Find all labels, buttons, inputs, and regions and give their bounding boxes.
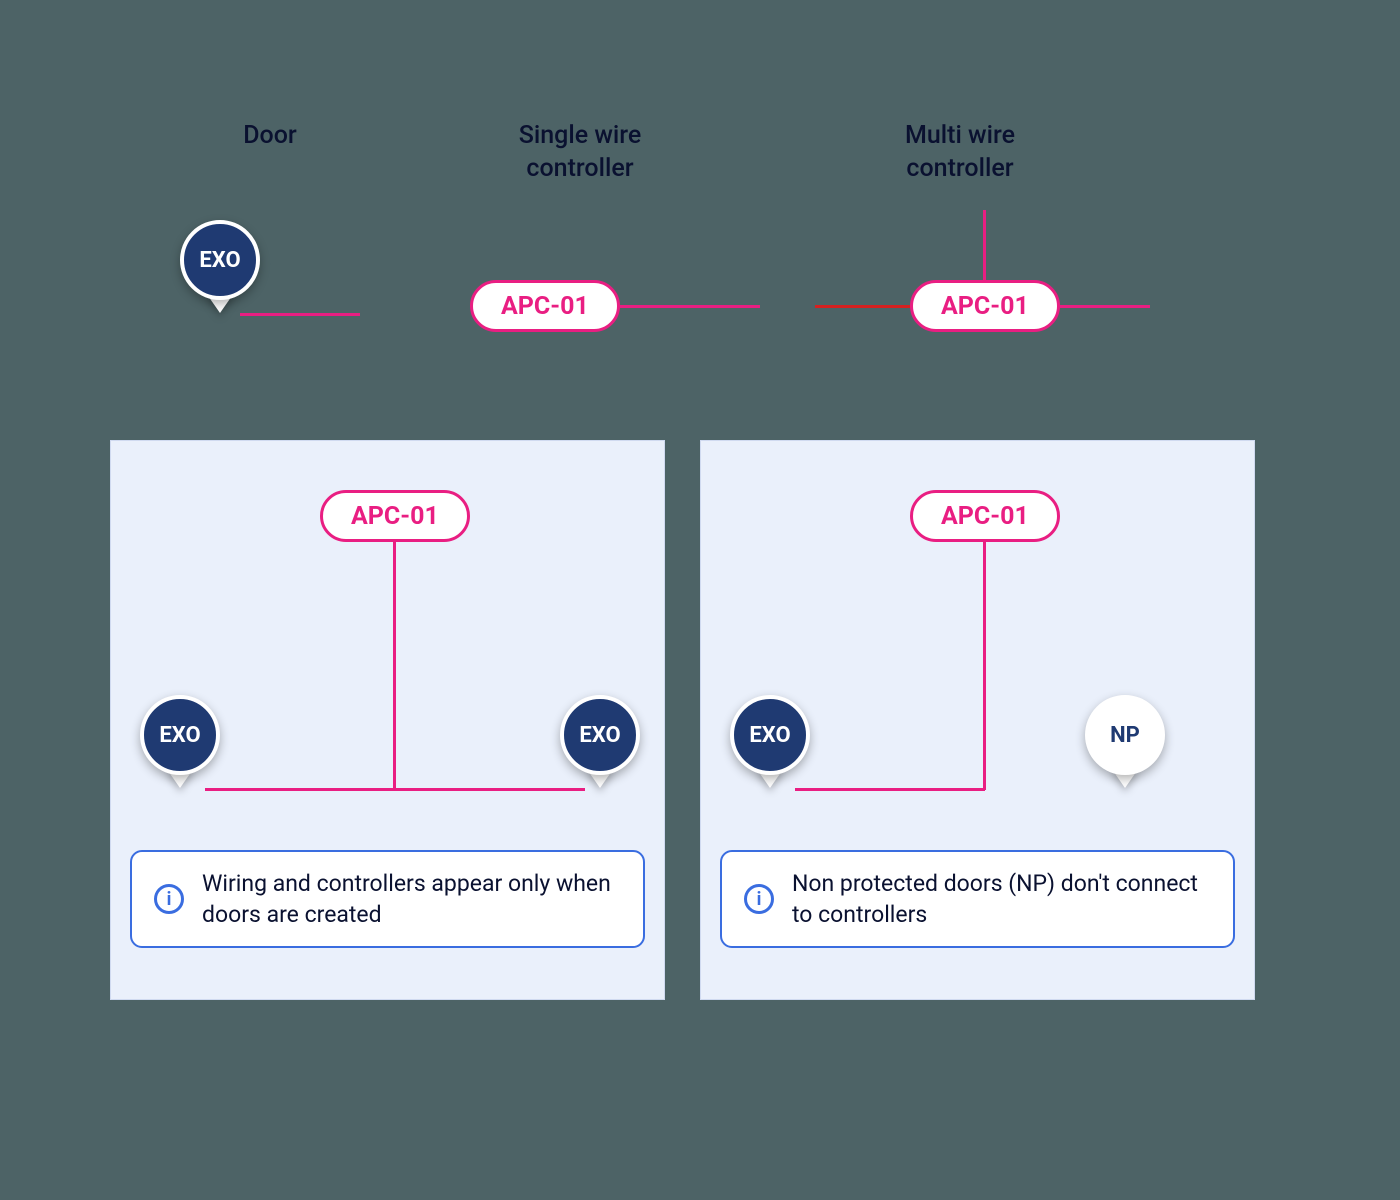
panel-left-info-text: Wiring and controllers appear only when … [202, 868, 621, 930]
legend-multi-controller: APC-01 [910, 280, 1060, 332]
panel-right-wire-vertical [983, 540, 986, 790]
panel-right-controller: APC-01 [910, 490, 1060, 542]
info-icon: i [744, 884, 774, 914]
panel-left-door-b: EXO [560, 695, 640, 790]
panel-left-wire-horizontal [205, 788, 585, 791]
panel-left-wire-vertical [393, 540, 396, 790]
info-icon: i [154, 884, 184, 914]
legend-single-controller: APC-01 [470, 280, 620, 332]
panel-right-door-np: NP [1085, 695, 1165, 790]
door-pin-label: EXO [180, 220, 260, 300]
legend-multi-wire-top [983, 210, 986, 280]
door-pin-label: EXO [140, 695, 220, 775]
legend-door-pin: EXO [180, 220, 260, 315]
legend-door-wire [240, 313, 360, 316]
legend-multi-wire-left [815, 305, 915, 308]
legend-multi-wire-right [1060, 305, 1150, 308]
legend-single-wire [620, 305, 760, 308]
panel-left-door-a: EXO [140, 695, 220, 790]
panel-right-info: i Non protected doors (NP) don't connect… [720, 850, 1235, 948]
door-pin-label: NP [1085, 695, 1165, 775]
legend-door-label: Door [200, 120, 340, 153]
panel-left-info: i Wiring and controllers appear only whe… [130, 850, 645, 948]
door-pin-label: EXO [730, 695, 810, 775]
panel-right-info-text: Non protected doors (NP) don't connect t… [792, 868, 1211, 930]
legend-multi-wire-label: Multi wire controller [850, 120, 1070, 185]
legend-single-wire-label: Single wire controller [470, 120, 690, 185]
panel-right-door-a: EXO [730, 695, 810, 790]
panel-left-controller: APC-01 [320, 490, 470, 542]
panel-right-wire-horizontal [795, 788, 985, 791]
door-pin-label: EXO [560, 695, 640, 775]
